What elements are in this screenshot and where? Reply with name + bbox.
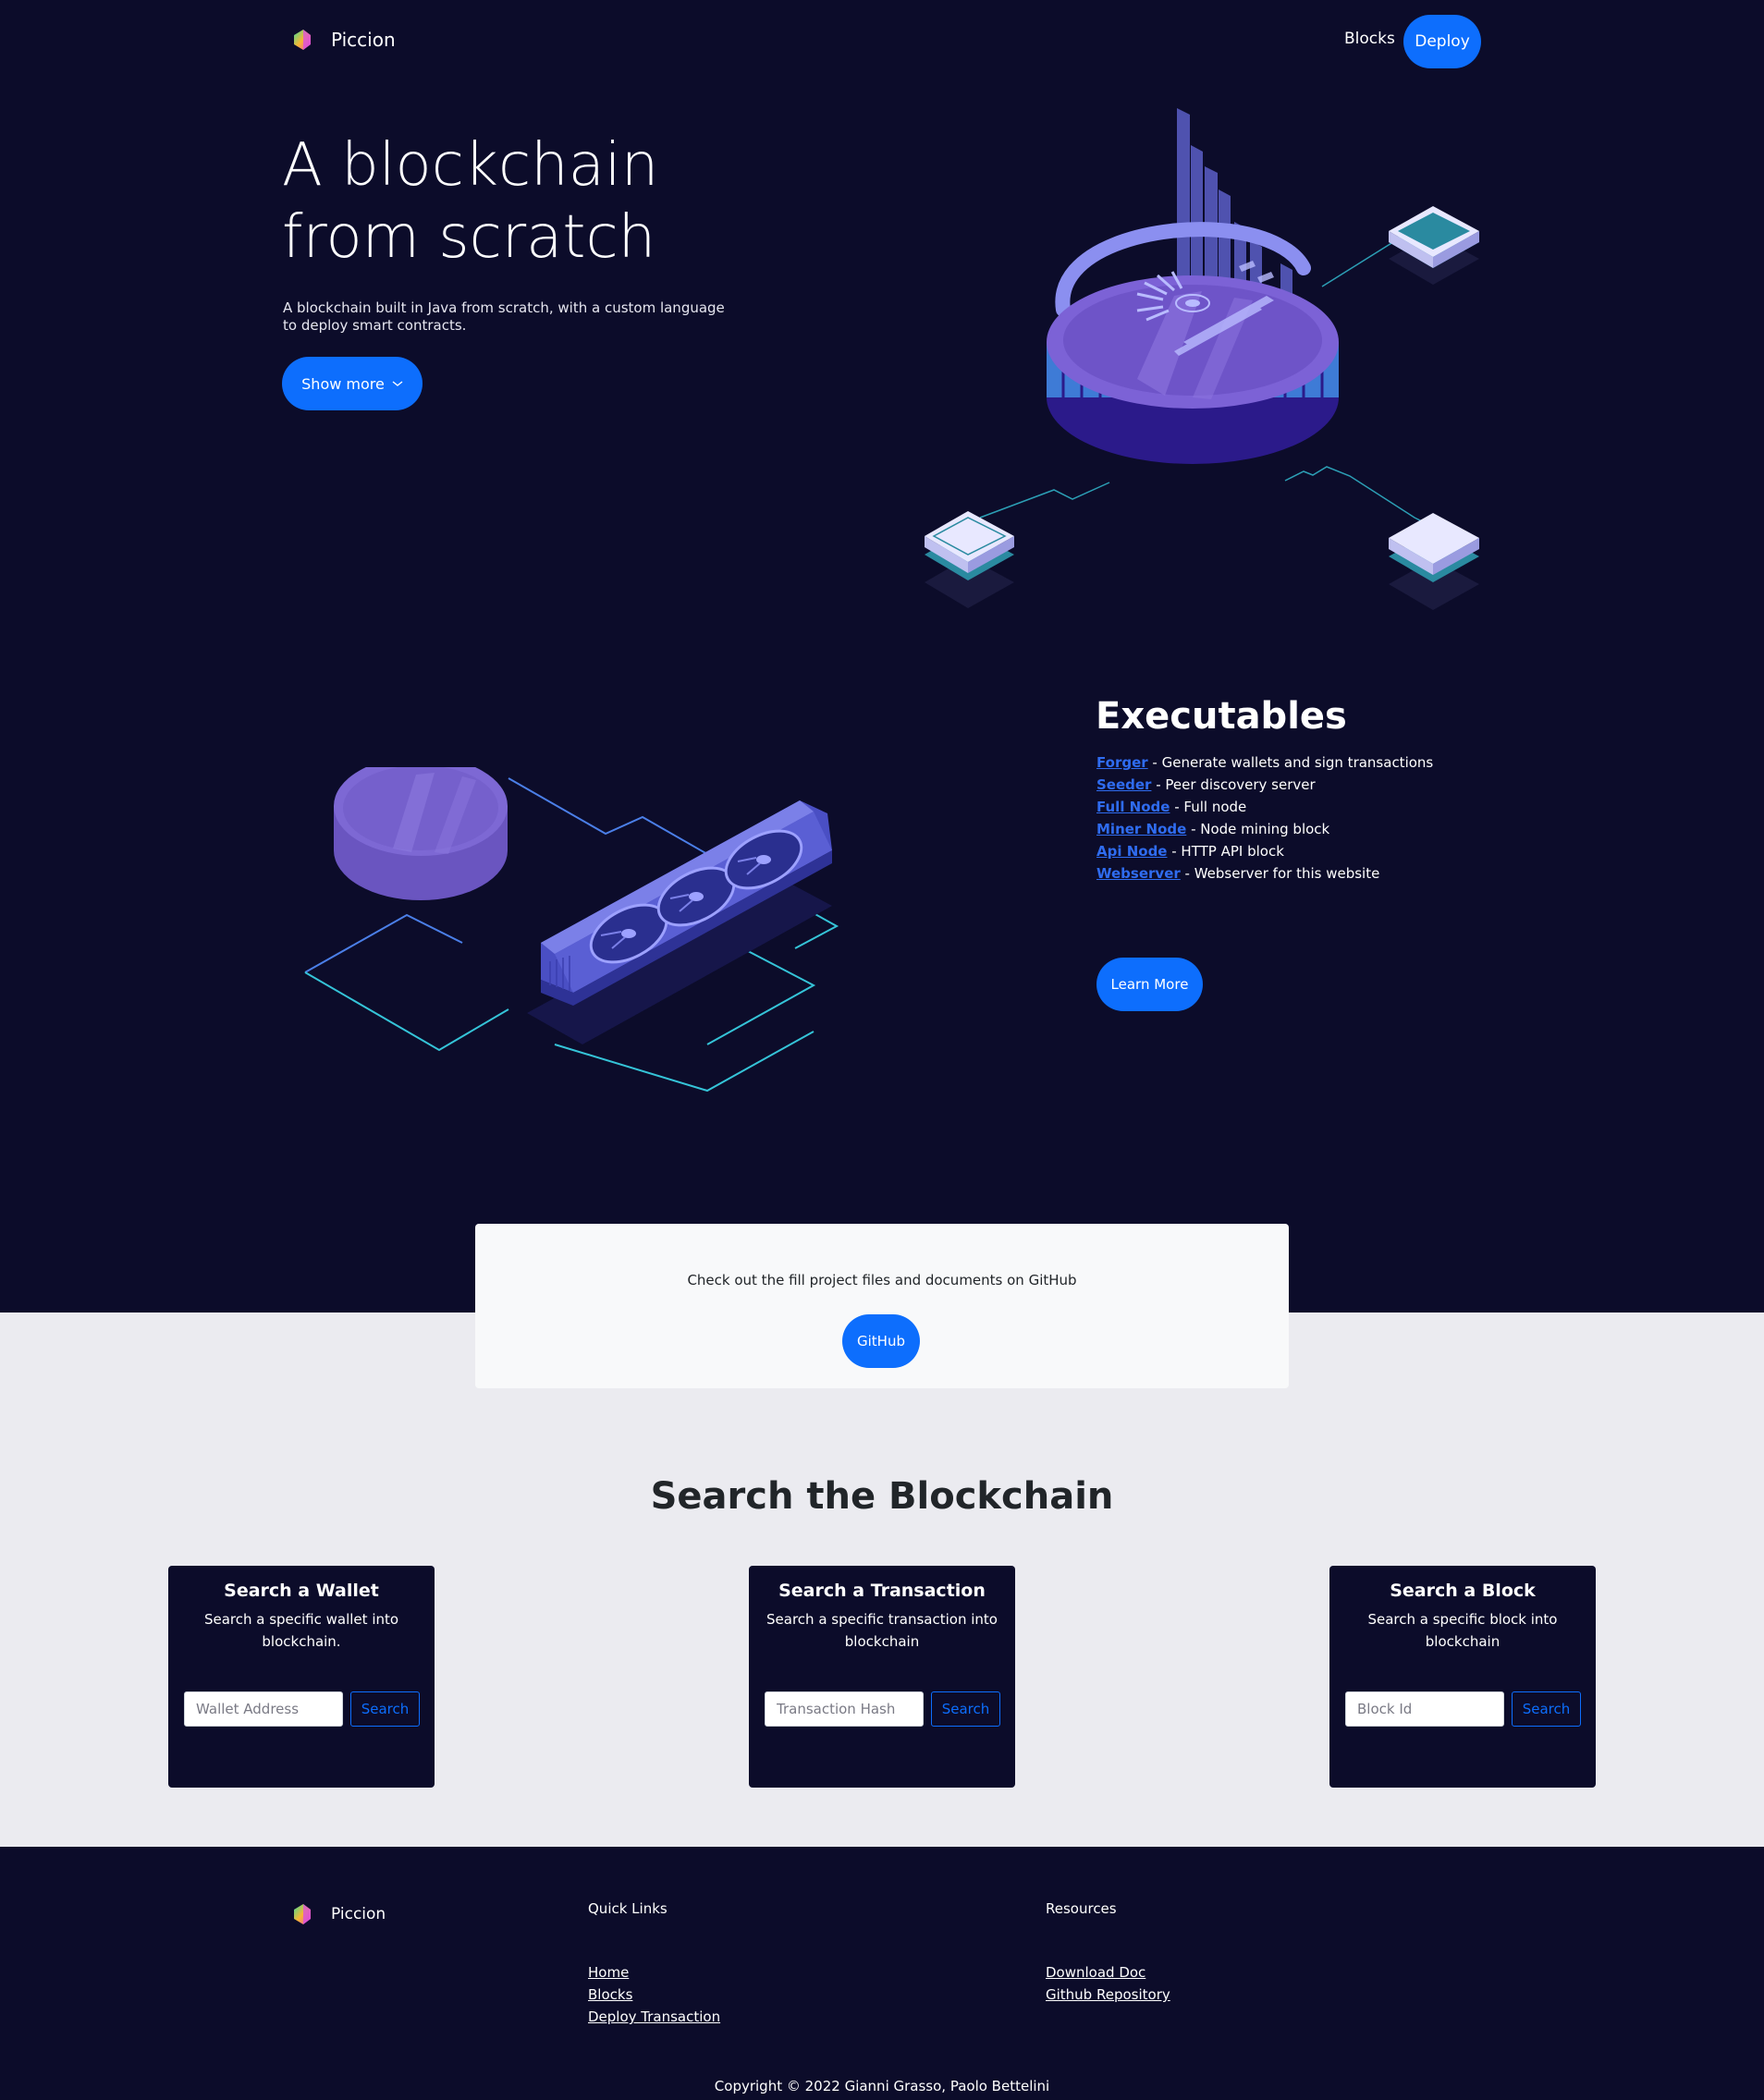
search-card-title: Search a Wallet xyxy=(224,1581,379,1601)
executable-item: Api Node - HTTP API block xyxy=(1096,840,1433,862)
executable-desc: - Peer discovery server xyxy=(1151,776,1316,793)
brand[interactable]: Piccion xyxy=(290,28,396,52)
github-card-text: Check out the fill project files and doc… xyxy=(687,1272,1077,1288)
search-card-title: Search a Block xyxy=(1390,1581,1536,1601)
executable-desc: - Full node xyxy=(1170,799,1247,815)
search-transaction-card: Search a Transaction Search a specific t… xyxy=(749,1566,1015,1788)
executable-desc: - Webserver for this website xyxy=(1180,865,1380,882)
resources-title: Resources xyxy=(1046,1900,1117,1917)
webserver-link[interactable]: Webserver xyxy=(1096,865,1181,882)
executables-title: Executables xyxy=(1096,695,1347,738)
search-card-desc: Search a specific transaction into block… xyxy=(766,1611,998,1650)
piccion-logo-icon xyxy=(294,1904,311,1924)
full-node-link[interactable]: Full Node xyxy=(1096,799,1170,815)
seeder-link[interactable]: Seeder xyxy=(1096,776,1151,793)
executable-item: Full Node - Full node xyxy=(1096,796,1433,818)
show-more-button[interactable]: Show more xyxy=(282,357,423,410)
search-block-button[interactable]: Search xyxy=(1512,1691,1581,1727)
search-row: Search xyxy=(184,1691,420,1727)
search-title: Search the Blockchain xyxy=(650,1475,1114,1518)
resources-list: Download Doc Github Repository xyxy=(1046,1961,1170,2006)
footer-blocks-link[interactable]: Blocks xyxy=(588,1986,632,2003)
transaction-hash-input[interactable] xyxy=(765,1691,924,1727)
node-cube-bottom-right xyxy=(1389,513,1479,610)
search-card-desc: Search a specific wallet into blockchain… xyxy=(203,1611,399,1650)
search-wallet-card: Search a Wallet Search a specific wallet… xyxy=(168,1566,435,1788)
learn-more-button[interactable]: Learn More xyxy=(1096,958,1203,1011)
chevron-down-icon xyxy=(392,381,403,386)
node-cube-top-right xyxy=(1389,206,1479,285)
footer-quick-links: Quick Links Home Blocks Deploy Transacti… xyxy=(588,1900,720,2028)
copyright: Copyright © 2022 Gianni Grasso, Paolo Be… xyxy=(714,2078,1050,2094)
hero-subtitle: A blockchain built in Java from scratch,… xyxy=(283,299,725,334)
piccion-logo-icon xyxy=(294,30,311,50)
download-doc-link[interactable]: Download Doc xyxy=(1046,1964,1145,1981)
search-block-card: Search a Block Search a specific block i… xyxy=(1329,1566,1596,1788)
footer-home-link[interactable]: Home xyxy=(588,1964,629,1981)
brand-name: Piccion xyxy=(331,29,396,51)
github-card: Check out the fill project files and doc… xyxy=(475,1224,1289,1388)
gpu-illustration xyxy=(304,767,839,1093)
search-card-desc: Search a specific block into blockchain xyxy=(1367,1611,1558,1650)
block-id-input[interactable] xyxy=(1345,1691,1504,1727)
search-transaction-button[interactable]: Search xyxy=(931,1691,1000,1727)
site-header: Piccion Blocks Deploy xyxy=(0,0,1764,83)
footer-brand[interactable]: Piccion xyxy=(290,1902,386,1926)
quick-links-title: Quick Links xyxy=(588,1900,668,1917)
executable-desc: - Node mining block xyxy=(1186,821,1330,837)
executables-list: Forger - Generate wallets and sign trans… xyxy=(1096,751,1433,885)
wallet-address-input[interactable] xyxy=(184,1691,343,1727)
show-more-label: Show more xyxy=(301,374,385,393)
footer-deploy-transaction-link[interactable]: Deploy Transaction xyxy=(588,2008,720,2025)
api-node-link[interactable]: Api Node xyxy=(1096,843,1167,860)
footer-resources: Resources Download Doc Github Repository xyxy=(1046,1900,1170,2006)
search-row: Search xyxy=(1345,1691,1581,1727)
github-button[interactable]: GitHub xyxy=(842,1314,920,1368)
node-cube-bottom-left xyxy=(925,511,1014,608)
executable-item: Forger - Generate wallets and sign trans… xyxy=(1096,751,1433,774)
hero-title-line1: A blockchain xyxy=(282,131,659,200)
executable-desc: - Generate wallets and sign transactions xyxy=(1147,754,1434,771)
executable-item: Webserver - Webserver for this website xyxy=(1096,862,1433,885)
executable-item: Miner Node - Node mining block xyxy=(1096,818,1433,840)
deploy-button[interactable]: Deploy xyxy=(1403,15,1481,68)
nav-blocks-link[interactable]: Blocks xyxy=(1344,30,1395,48)
footer-brand-name: Piccion xyxy=(331,1905,386,1923)
forger-link[interactable]: Forger xyxy=(1096,754,1148,771)
blockchain-illustration xyxy=(925,108,1479,610)
hero-title: A blockchain from scratch xyxy=(282,129,744,274)
search-wallet-button[interactable]: Search xyxy=(350,1691,420,1727)
quick-links-list: Home Blocks Deploy Transaction xyxy=(588,1961,720,2028)
search-card-title: Search a Transaction xyxy=(778,1581,986,1601)
github-repository-link[interactable]: Github Repository xyxy=(1046,1986,1170,2003)
executable-desc: - HTTP API block xyxy=(1167,843,1284,860)
hero-title-line2: from scratch xyxy=(282,203,656,272)
search-row: Search xyxy=(765,1691,1000,1727)
executable-item: Seeder - Peer discovery server xyxy=(1096,774,1433,796)
miner-node-link[interactable]: Miner Node xyxy=(1096,821,1186,837)
